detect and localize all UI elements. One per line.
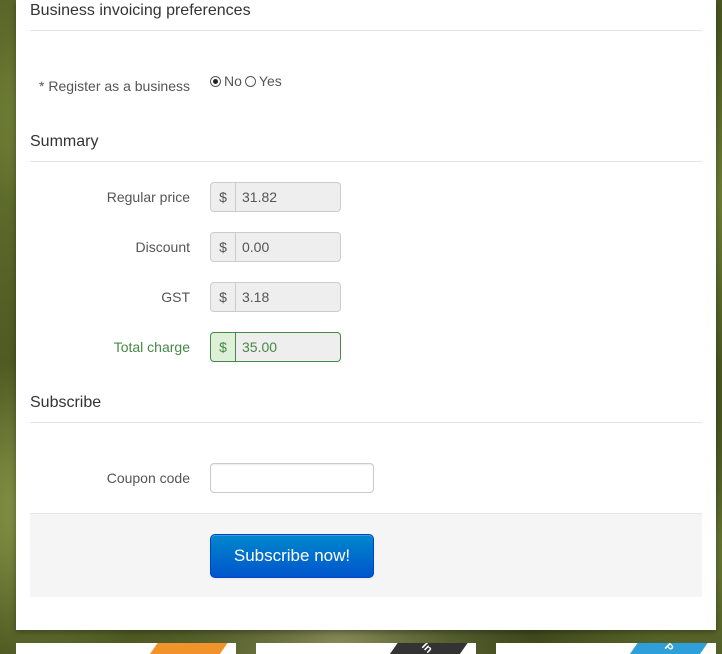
gst-label: GST (161, 289, 190, 305)
regular-price-label: Regular price (106, 189, 190, 205)
section-divider (30, 161, 702, 162)
invoicing-section-title: Business invoicing preferences (30, 2, 251, 19)
total-charge-field: $ 35.00 (210, 332, 341, 362)
gst-field: $ 3.18 (210, 282, 341, 312)
radio-no[interactable] (210, 75, 221, 87)
total-charge-value: 35.00 (236, 332, 341, 362)
currency-addon: $ (210, 282, 236, 312)
currency-addon: $ (210, 232, 236, 262)
footer-card[interactable]: In (256, 643, 476, 654)
subscribe-now-button[interactable]: Subscribe now! (210, 534, 374, 578)
coupon-code-label: Coupon code (106, 470, 190, 486)
ribbon-corner (143, 643, 231, 654)
regular-price-value: 31.82 (236, 182, 341, 212)
discount-value: 0.00 (236, 232, 341, 262)
radio-yes[interactable] (244, 75, 256, 87)
radio-yes-label[interactable]: Yes (259, 73, 282, 89)
regular-price-field: $ 31.82 (210, 182, 341, 212)
register-business-radio-group: No Yes (210, 73, 285, 89)
summary-section-title: Summary (30, 133, 99, 150)
currency-addon: $ (210, 182, 236, 212)
register-business-label: * Register as a business (39, 78, 190, 94)
footer-card[interactable]: P (496, 643, 716, 654)
section-divider (30, 422, 702, 423)
footer-card[interactable] (16, 643, 236, 654)
coupon-code-input[interactable] (210, 463, 374, 493)
section-divider (30, 30, 702, 31)
gst-value: 3.18 (236, 282, 341, 312)
discount-field: $ 0.00 (210, 232, 341, 262)
subscribe-section-title: Subscribe (30, 394, 102, 411)
form-actions: Subscribe now! (30, 513, 702, 597)
discount-label: Discount (135, 239, 190, 255)
radio-no-label[interactable]: No (224, 73, 242, 89)
subscription-form-panel: Business invoicing preferences * Registe… (16, 0, 716, 630)
total-charge-label: Total charge (113, 339, 190, 355)
currency-addon: $ (210, 332, 236, 362)
